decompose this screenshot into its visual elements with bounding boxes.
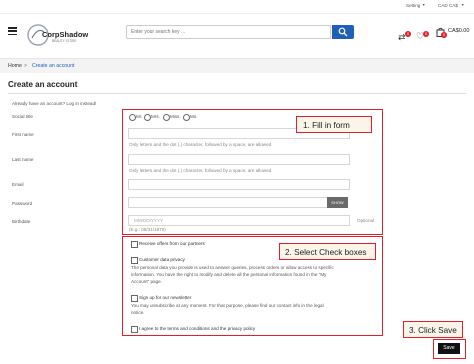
breadcrumb-home[interactable]: Home [8, 63, 22, 69]
last-name-label: Last name [12, 157, 34, 162]
social-title-label: Social title [12, 114, 33, 119]
breadcrumb-current: Create an account [32, 63, 75, 69]
wishlist-button[interactable]: ♡ 0 [416, 26, 429, 41]
setting-dropdown[interactable]: Setting [406, 3, 420, 8]
chevron-down-icon: ▼ [422, 3, 426, 7]
email-label: Email [12, 182, 24, 187]
site-header: CorpShadow BEAUTY STORE ⇄ 0 ♡ 0 0 CA$0.0… [0, 14, 474, 59]
wishlist-count-badge: 0 [423, 31, 429, 37]
breadcrumb-separator: > [24, 63, 28, 69]
currency-dropdown[interactable]: CAD CA$ [438, 3, 458, 8]
first-name-label: First name [12, 132, 34, 137]
cart-button[interactable]: 0 CA$0.00 [436, 26, 470, 38]
cart-total: CA$0.00 [448, 28, 470, 34]
password-label: Password [12, 201, 33, 206]
chevron-down-icon: ▼ [461, 3, 465, 7]
logo-text: CorpShadow [42, 30, 89, 39]
compare-button[interactable]: ⇄ 0 [398, 27, 411, 42]
callout-step-2: 2. Select Check boxes [279, 243, 376, 260]
birthdate-label: Birthdate [12, 219, 31, 224]
callout-step-1: 1. Fill in form [296, 116, 372, 133]
login-prompt[interactable]: Already have an account? Log in instead! [12, 101, 96, 106]
search-icon [338, 27, 348, 37]
cart-count-badge: 0 [441, 32, 447, 38]
save-highlight-frame [433, 339, 466, 359]
callout-step-3: 3. Click Save [403, 321, 463, 338]
menu-icon[interactable] [8, 27, 17, 36]
compare-count-badge: 0 [405, 31, 411, 37]
logo-tagline: BEAUTY STORE [52, 39, 77, 43]
title-divider [8, 93, 466, 94]
logo[interactable]: CorpShadow BEAUTY STORE [24, 18, 88, 52]
page-title: Create an account [8, 80, 78, 89]
search-input[interactable] [126, 25, 331, 39]
top-bar: Setting ▼ CAD CA$ ▼ [0, 0, 474, 14]
breadcrumb: Home > Create an account [0, 59, 474, 73]
search-button[interactable] [332, 25, 354, 39]
